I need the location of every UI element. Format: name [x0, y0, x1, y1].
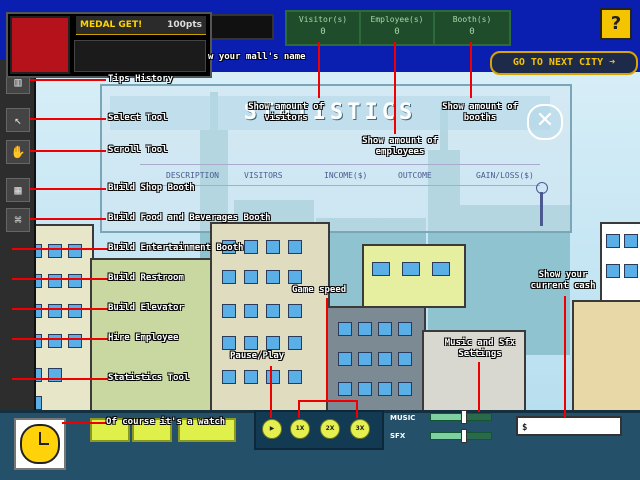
- annot-line-watch: [62, 422, 106, 424]
- speed-1x-button[interactable]: 1X: [290, 419, 310, 439]
- annot-line-select: [30, 118, 106, 120]
- medal-title: MEDAL GET!: [80, 20, 143, 30]
- annot-line-shop: [30, 188, 106, 190]
- cursor-icon: ↖: [14, 113, 22, 127]
- annot-line-scroll: [30, 150, 106, 152]
- annot-line-food: [30, 218, 106, 220]
- visitors-value: 0: [320, 27, 326, 37]
- employees-label: Employee(s): [370, 15, 424, 24]
- col-description: DESCRIPTION: [166, 171, 219, 180]
- employees-counter: Employee(s) 0: [359, 10, 435, 46]
- col-income: INCOME($): [324, 171, 368, 180]
- annot-build-shop: Build Shop Booth: [108, 183, 195, 193]
- music-knob[interactable]: [461, 410, 468, 424]
- annot-build-entertainment: Build Entertainment Booth: [108, 243, 244, 253]
- medal-description-box: [74, 40, 206, 72]
- select-tool-button[interactable]: ↖: [6, 108, 30, 132]
- medal-image: [10, 16, 70, 74]
- annot-watch: Of course it's a watch: [106, 417, 226, 427]
- annot-employees: Show amount of employees: [362, 136, 438, 157]
- annot-line-speed-1x: [298, 400, 300, 418]
- building-right: [572, 300, 640, 416]
- annot-select-tool: Select Tool: [108, 113, 168, 123]
- annot-line-elevator: [12, 308, 108, 310]
- visitors-counter: Visitor(s) 0: [285, 10, 361, 46]
- annot-build-restroom: Build Restroom: [108, 273, 184, 283]
- medal-points: 100pts: [167, 20, 202, 30]
- scroll-tool-button[interactable]: ✋: [6, 140, 30, 164]
- annot-line-restroom: [12, 278, 108, 280]
- annot-pause-play: Pause/Play: [230, 351, 285, 361]
- speed-3x-button[interactable]: 3X: [350, 419, 370, 439]
- annot-line-booths: [470, 42, 472, 98]
- col-outcome: OUTCOME: [398, 171, 432, 180]
- statistics-scrollbar[interactable]: [540, 192, 543, 226]
- clock-icon: [20, 424, 60, 464]
- annot-scroll-tool: Scroll Tool: [108, 145, 168, 155]
- annot-line-statistics: [12, 378, 108, 380]
- booths-counter: Booth(s) 0: [433, 10, 511, 46]
- annot-build-food: Build Food and Beverages Booth: [108, 213, 271, 223]
- food-icon: ⌘: [14, 213, 22, 227]
- next-city-button[interactable]: GO TO NEXT CITY ➜: [490, 51, 638, 75]
- booths-label: Booth(s): [452, 15, 492, 24]
- game-screen: Visitor(s) 0 Employee(s) 0 Booth(s) 0 ? …: [0, 0, 640, 480]
- annot-line-pause: [270, 366, 272, 418]
- annot-line-cash: [564, 296, 566, 418]
- sfx-knob[interactable]: [461, 429, 468, 443]
- annot-line-entertainment: [12, 248, 108, 250]
- arrow-right-icon: ➜: [609, 57, 616, 68]
- annot-line-employees: [394, 42, 396, 134]
- help-button[interactable]: ?: [600, 8, 632, 40]
- annot-game-speed: Game speed: [292, 285, 347, 295]
- annot-statistics-tool: Statistics Tool: [108, 373, 190, 383]
- build-food-button[interactable]: ⌘: [6, 208, 30, 232]
- statistics-table-header: DESCRIPTION VISITORS INCOME($) OUTCOME G…: [140, 164, 540, 186]
- visitors-label: Visitor(s): [298, 15, 348, 24]
- hand-icon: ✋: [10, 145, 26, 159]
- annot-music-sfx: Music and Sfx Settings: [444, 338, 516, 359]
- building-yellow: [362, 244, 466, 308]
- speed-2x-button[interactable]: 2X: [320, 419, 340, 439]
- annot-hire-employee: Hire Employee: [108, 333, 179, 343]
- annot-line-speed-bar: [298, 400, 358, 402]
- annot-booths: Show amount of booths: [442, 102, 518, 123]
- statistics-close-button[interactable]: ✕: [527, 104, 563, 140]
- col-gain-loss: GAIN/LOSS($): [476, 171, 534, 180]
- build-shop-button[interactable]: ▦: [6, 178, 30, 202]
- medal-title-bar: MEDAL GET! 100pts: [76, 16, 206, 35]
- employees-value: 0: [394, 27, 400, 37]
- cash-display: $: [516, 416, 622, 436]
- annot-current-cash: Show your current cash: [530, 270, 596, 291]
- annot-line-visitors: [318, 42, 320, 98]
- building-white: [600, 222, 640, 306]
- music-level: [431, 414, 466, 420]
- annot-build-elevator: Build Elevator: [108, 303, 184, 313]
- annot-mall-name: w your mall's name: [208, 52, 306, 62]
- annot-line-tips: [30, 79, 106, 81]
- col-visitors: VISITORS: [244, 171, 283, 180]
- sfx-label: SFX: [390, 432, 406, 440]
- shop-icon: ▦: [14, 183, 22, 197]
- sfx-level: [431, 433, 466, 439]
- annot-line-speed-3x: [356, 400, 358, 418]
- annot-visitors: Show amount of visitors: [248, 102, 324, 123]
- next-city-label: GO TO NEXT CITY: [512, 57, 604, 68]
- annot-line-hire: [12, 338, 108, 340]
- booths-value: 0: [469, 27, 475, 37]
- music-label: MUSIC: [390, 414, 416, 422]
- annot-tips-history: Tips History: [108, 74, 174, 84]
- annot-line-music: [478, 362, 480, 412]
- play-pause-button[interactable]: ▶: [262, 419, 282, 439]
- annot-line-speed: [326, 298, 328, 400]
